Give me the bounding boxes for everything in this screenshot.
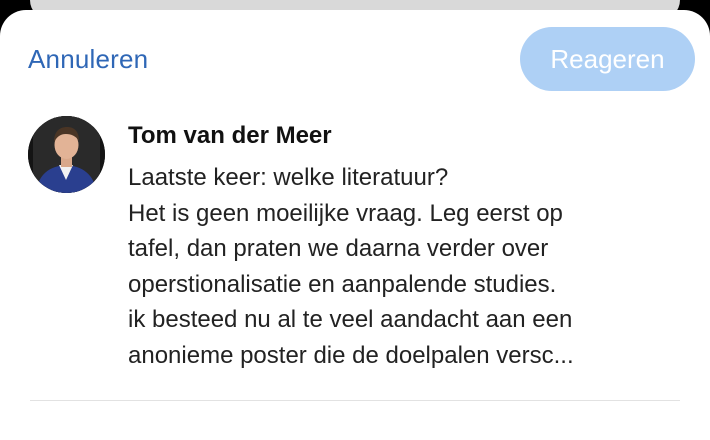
avatar [28,116,105,193]
post-text-line: Het is geen moeilijke vraag. Leg eerst o… [128,199,563,227]
post-text-line: ik besteed nu al te veel aandacht aan ee… [128,306,573,333]
reply-sheet: Annuleren Reageren Tom van der Meer Laat… [0,10,710,440]
post-text-line: tafel, dan praten we daarna verder over [128,235,549,262]
post-text-line: operstionalisatie en aanpalende studies. [128,270,557,298]
avatar-image [28,116,105,193]
cancel-button[interactable]: Annuleren [28,44,148,75]
post-text-line: Laatste keer: welke literatuur? [128,164,449,191]
post-text: Laatste keer: welke literatuur? Het is g… [128,160,688,373]
post-text-line: anonieme poster die de doelpalen versc..… [128,341,574,369]
divider [30,400,680,401]
author-name: Tom van der Meer [128,122,332,149]
reply-button[interactable]: Reageren [520,27,695,91]
